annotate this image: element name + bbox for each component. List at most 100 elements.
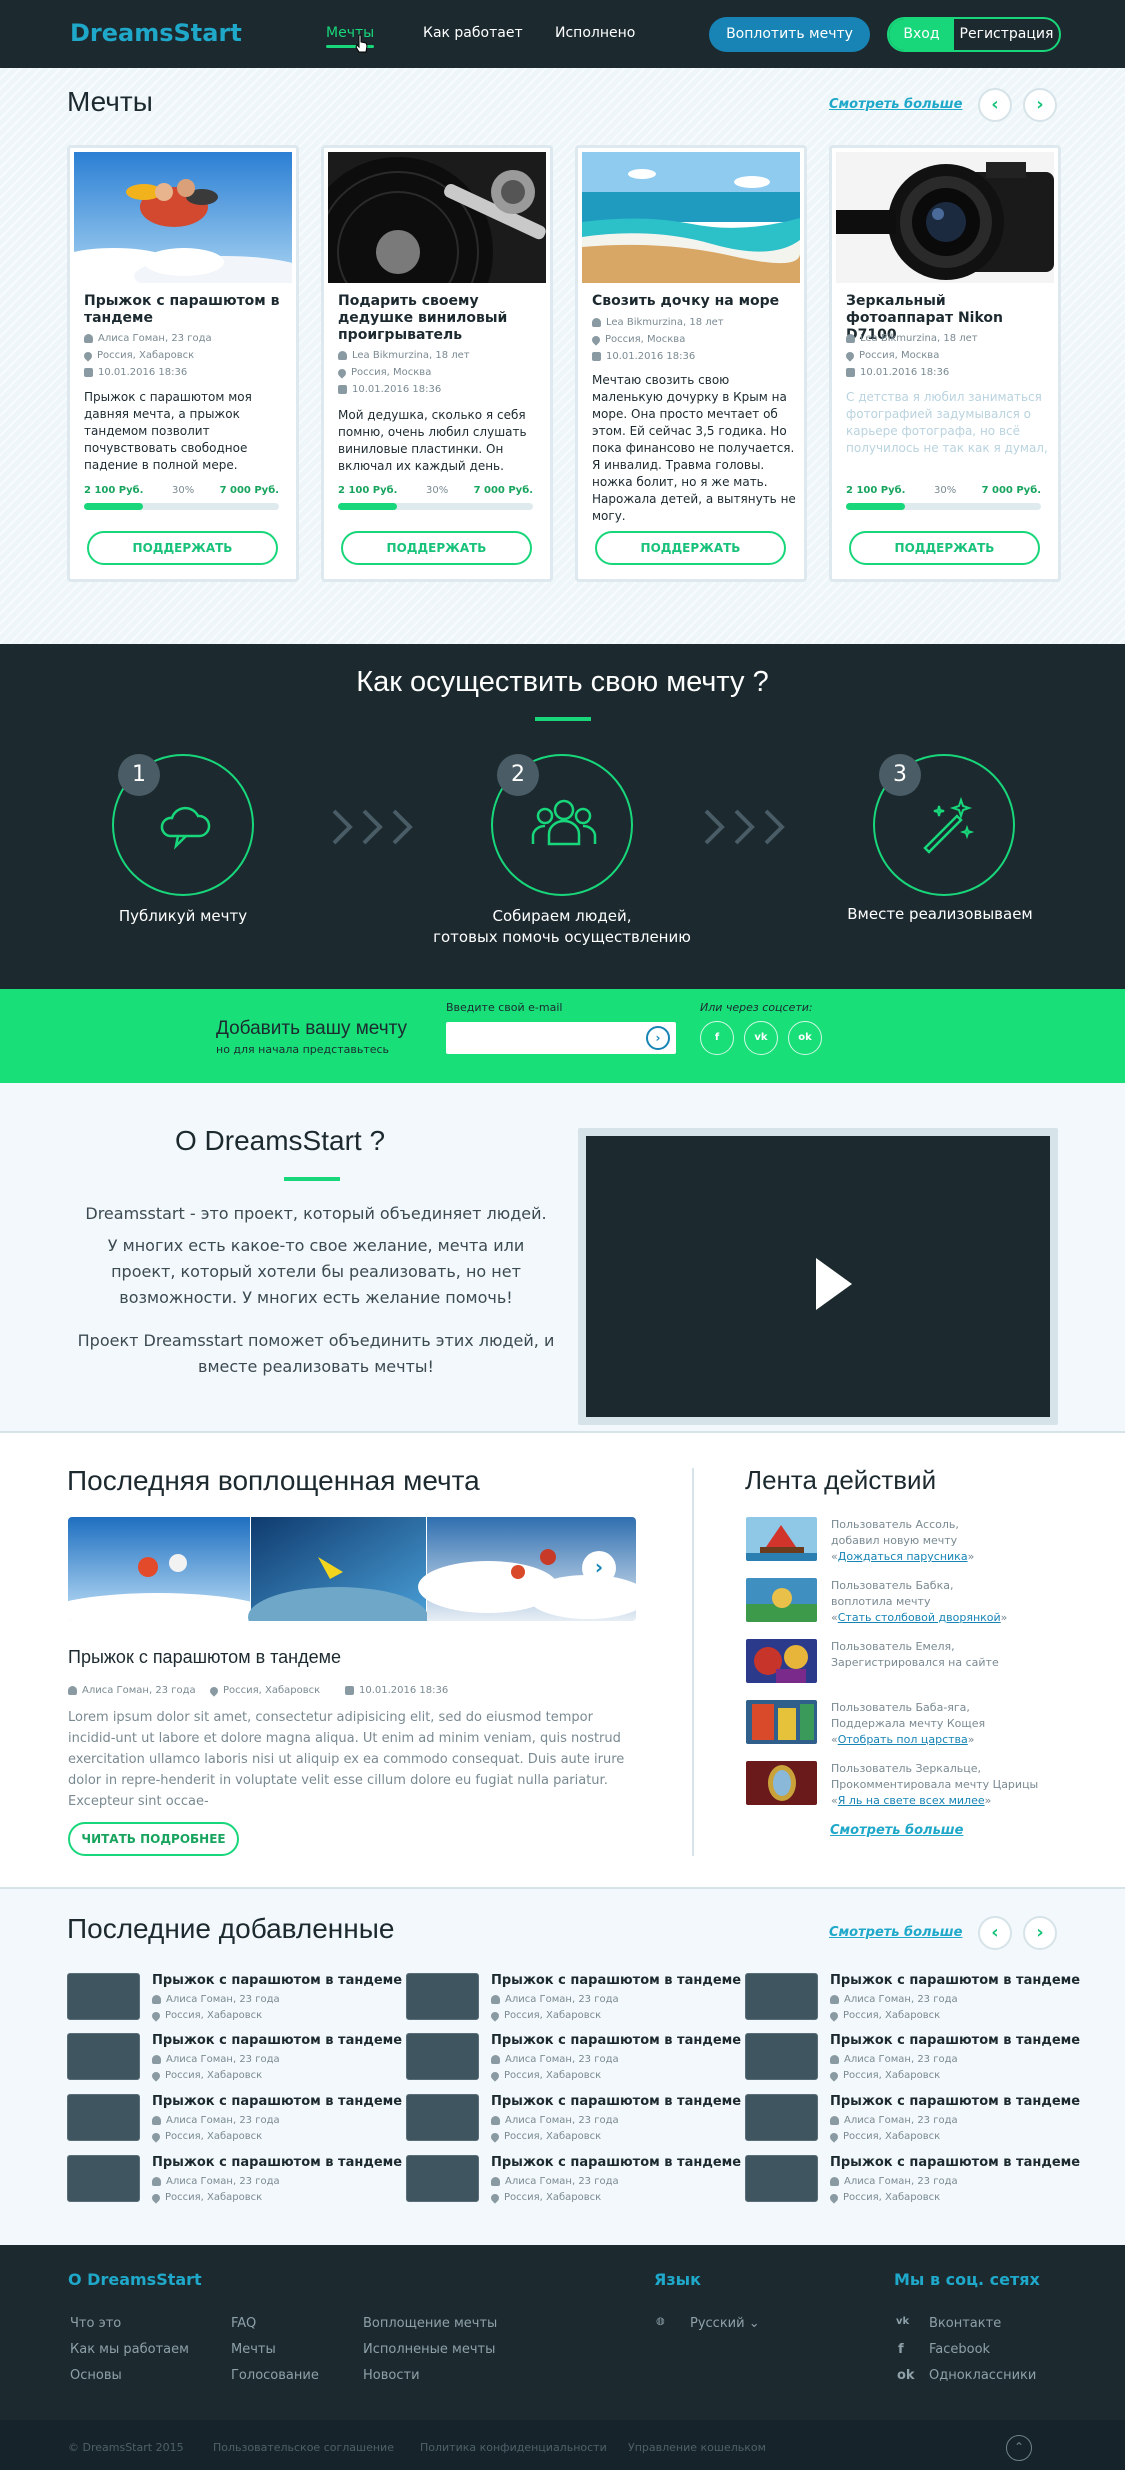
recent-thumbnail[interactable] (67, 2155, 140, 2202)
recent-item-title[interactable]: Прыжок с парашютом в тандеме (830, 2033, 1080, 2048)
support-button[interactable]: ПОДДЕРЖАТЬ (87, 531, 278, 565)
video-player[interactable] (578, 1128, 1058, 1425)
dream-card[interactable]: Прыжок с парашютом в тандеме Алиса Гоман… (67, 145, 299, 582)
feed-link[interactable]: Отобрать пол царства (838, 1733, 968, 1746)
footer-link[interactable]: FAQ (231, 2316, 256, 2331)
feed-see-more-link[interactable]: Смотреть больше (830, 1823, 963, 1838)
last-dream-title[interactable]: Прыжок с парашютом в тандеме (68, 1647, 341, 1668)
footer-bottom-link[interactable]: Политика конфиденциальности (420, 2441, 607, 2454)
dream-title[interactable]: Подарить своему дедушке виниловый проигр… (338, 293, 543, 344)
recent-item[interactable]: Прыжок с парашютом в тандеме Алиса Гоман,… (745, 2094, 1080, 2144)
footer-link[interactable]: Что это (70, 2316, 121, 2331)
author-text: Алиса Гоман, 23 года (844, 1994, 958, 2005)
recent-item[interactable]: Прыжок с парашютом в тандеме Алиса Гоман,… (406, 2155, 741, 2205)
prev-arrow-icon[interactable]: ‹ (978, 1916, 1012, 1950)
scroll-up-icon[interactable]: ⌃ (1006, 2435, 1032, 2461)
recent-thumbnail[interactable] (745, 1973, 818, 2020)
footer-bottom-link[interactable]: Пользовательское соглашение (213, 2441, 394, 2454)
recent-thumbnail[interactable] (67, 2033, 140, 2080)
nav-how-it-works[interactable]: Как работает (423, 25, 523, 41)
recent-item-title[interactable]: Прыжок с парашютом в тандеме (152, 2155, 402, 2170)
footer-link[interactable]: Новости (363, 2368, 420, 2383)
recent-item[interactable]: Прыжок с парашютом в тандеме Алиса Гоман,… (745, 1973, 1080, 2023)
recent-item[interactable]: Прыжок с парашютом в тандеме Алиса Гоман,… (406, 2094, 741, 2144)
odnoklassniki-icon[interactable]: ok (788, 1021, 822, 1055)
recent-thumbnail[interactable] (406, 2155, 479, 2202)
recent-item[interactable]: Прыжок с парашютом в тандеме Алиса Гоман,… (745, 2155, 1080, 2205)
facebook-icon[interactable]: f (700, 1021, 734, 1055)
calendar-icon (592, 352, 601, 361)
prev-arrow-icon[interactable]: ‹ (978, 88, 1012, 122)
recent-item-title[interactable]: Прыжок с парашютом в тандеме (830, 2094, 1080, 2109)
support-button[interactable]: ПОДДЕРЖАТЬ (341, 531, 532, 565)
recent-item[interactable]: Прыжок с парашютом в тандеме Алиса Гоман,… (67, 2155, 402, 2205)
recent-item-title[interactable]: Прыжок с парашютом в тандеме (830, 1973, 1080, 1988)
feed-link[interactable]: Я ль на свете всех милее (838, 1794, 985, 1807)
footer-link[interactable]: Исполненые мечты (363, 2342, 495, 2357)
recent-item[interactable]: Прыжок с парашютом в тандеме Алиса Гоман,… (406, 1973, 741, 2023)
feed-link[interactable]: Стать столбовой дворянкой (838, 1611, 1001, 1624)
register-button[interactable]: Регистрация (954, 19, 1059, 50)
realize-dream-button[interactable]: Воплотить мечту (709, 17, 870, 52)
dream-card[interactable]: Подарить своему дедушке виниловый проигр… (321, 145, 553, 582)
recent-thumbnail[interactable] (406, 2033, 479, 2080)
support-button[interactable]: ПОДДЕРЖАТЬ (849, 531, 1040, 565)
next-arrow-icon[interactable]: › (1023, 88, 1057, 122)
recent-item-title[interactable]: Прыжок с парашютом в тандеме (152, 1973, 402, 1988)
login-button[interactable]: Вход (889, 19, 954, 50)
recent-item-title[interactable]: Прыжок с парашютом в тандеме (830, 2155, 1080, 2170)
recent-see-more-link[interactable]: Смотреть больше (829, 1925, 962, 1940)
feed-link[interactable]: Дождаться парусника (838, 1550, 968, 1563)
submit-arrow-icon[interactable]: › (646, 1026, 670, 1050)
footer-social-link[interactable]: Вконтакте (929, 2316, 1001, 2331)
logo[interactable]: DreamsStart (70, 19, 242, 47)
support-button[interactable]: ПОДДЕРЖАТЬ (595, 531, 786, 565)
recent-thumbnail[interactable] (745, 2094, 818, 2141)
recent-item-title[interactable]: Прыжок с парашютом в тандеме (491, 2155, 741, 2170)
recent-thumbnail[interactable] (67, 1973, 140, 2020)
skydive-gallery[interactable] (68, 1517, 636, 1621)
recent-thumbnail[interactable] (406, 2094, 479, 2141)
recent-item[interactable]: Прыжок с парашютом в тандеме Алиса Гоман,… (67, 2033, 402, 2083)
recent-item-title[interactable]: Прыжок с парашютом в тандеме (152, 2094, 402, 2109)
footer-link[interactable]: Основы (70, 2368, 122, 2383)
email-field[interactable]: › (446, 1022, 676, 1054)
footer-link[interactable]: Голосование (231, 2368, 319, 2383)
dream-card[interactable]: Свозить дочку на море Lea Bikmurzina, 18… (575, 145, 807, 582)
location-text: Россия, Хабаровск (165, 2070, 263, 2081)
recent-author: Алиса Гоман, 23 года (491, 2051, 619, 2068)
recent-item-title[interactable]: Прыжок с парашютом в тандеме (491, 2094, 741, 2109)
recent-item[interactable]: Прыжок с парашютом в тандеме Алиса Гоман,… (406, 2033, 741, 2083)
footer-bottom-link[interactable]: Управление кошельком (628, 2441, 766, 2454)
vk-icon[interactable]: vk (744, 1021, 778, 1055)
title-underline (284, 1177, 340, 1181)
dreams-see-more-link[interactable]: Смотреть больше (829, 97, 962, 112)
next-arrow-icon[interactable]: › (1023, 1916, 1057, 1950)
nav-fulfilled[interactable]: Исполнено (555, 25, 635, 41)
recent-item[interactable]: Прыжок с парашютом в тандеме Алиса Гоман,… (67, 2094, 402, 2144)
recent-item[interactable]: Прыжок с парашютом в тандеме Алиса Гоман,… (67, 1973, 402, 2023)
user-icon (592, 318, 601, 327)
recent-thumbnail[interactable] (406, 1973, 479, 2020)
read-more-button[interactable]: ЧИТАТЬ ПОДРОБНЕЕ (68, 1822, 239, 1856)
dream-title[interactable]: Свозить дочку на море (592, 293, 797, 310)
dream-date: 10.01.2016 18:36 (860, 367, 950, 378)
language-select[interactable]: Русский ⌄ (690, 2316, 760, 2331)
recent-item-title[interactable]: Прыжок с парашютом в тандеме (491, 1973, 741, 1988)
dream-title[interactable]: Прыжок с парашютом в тандеме (84, 293, 289, 327)
recent-item-title[interactable]: Прыжок с парашютом в тандеме (491, 2033, 741, 2048)
recent-thumbnail[interactable] (745, 2033, 818, 2080)
location-icon (336, 366, 348, 379)
footer-social-link[interactable]: Facebook (929, 2342, 990, 2357)
footer-link[interactable]: Как мы работаем (70, 2342, 189, 2357)
recent-item[interactable]: Прыжок с парашютом в тандеме Алиса Гоман,… (745, 2033, 1080, 2083)
footer-social-link[interactable]: Одноклассники (929, 2368, 1036, 2383)
footer-link[interactable]: Воплощение мечты (363, 2316, 497, 2331)
gallery-next-icon[interactable]: › (582, 1551, 616, 1585)
recent-item-title[interactable]: Прыжок с парашютом в тандеме (152, 2033, 402, 2048)
play-icon[interactable] (816, 1258, 852, 1310)
recent-thumbnail[interactable] (745, 2155, 818, 2202)
dream-card[interactable]: Зеркальный фотоаппарат Nikon D7100 Lea B… (829, 145, 1061, 582)
footer-link[interactable]: Мечты (231, 2342, 276, 2357)
recent-thumbnail[interactable] (67, 2094, 140, 2141)
